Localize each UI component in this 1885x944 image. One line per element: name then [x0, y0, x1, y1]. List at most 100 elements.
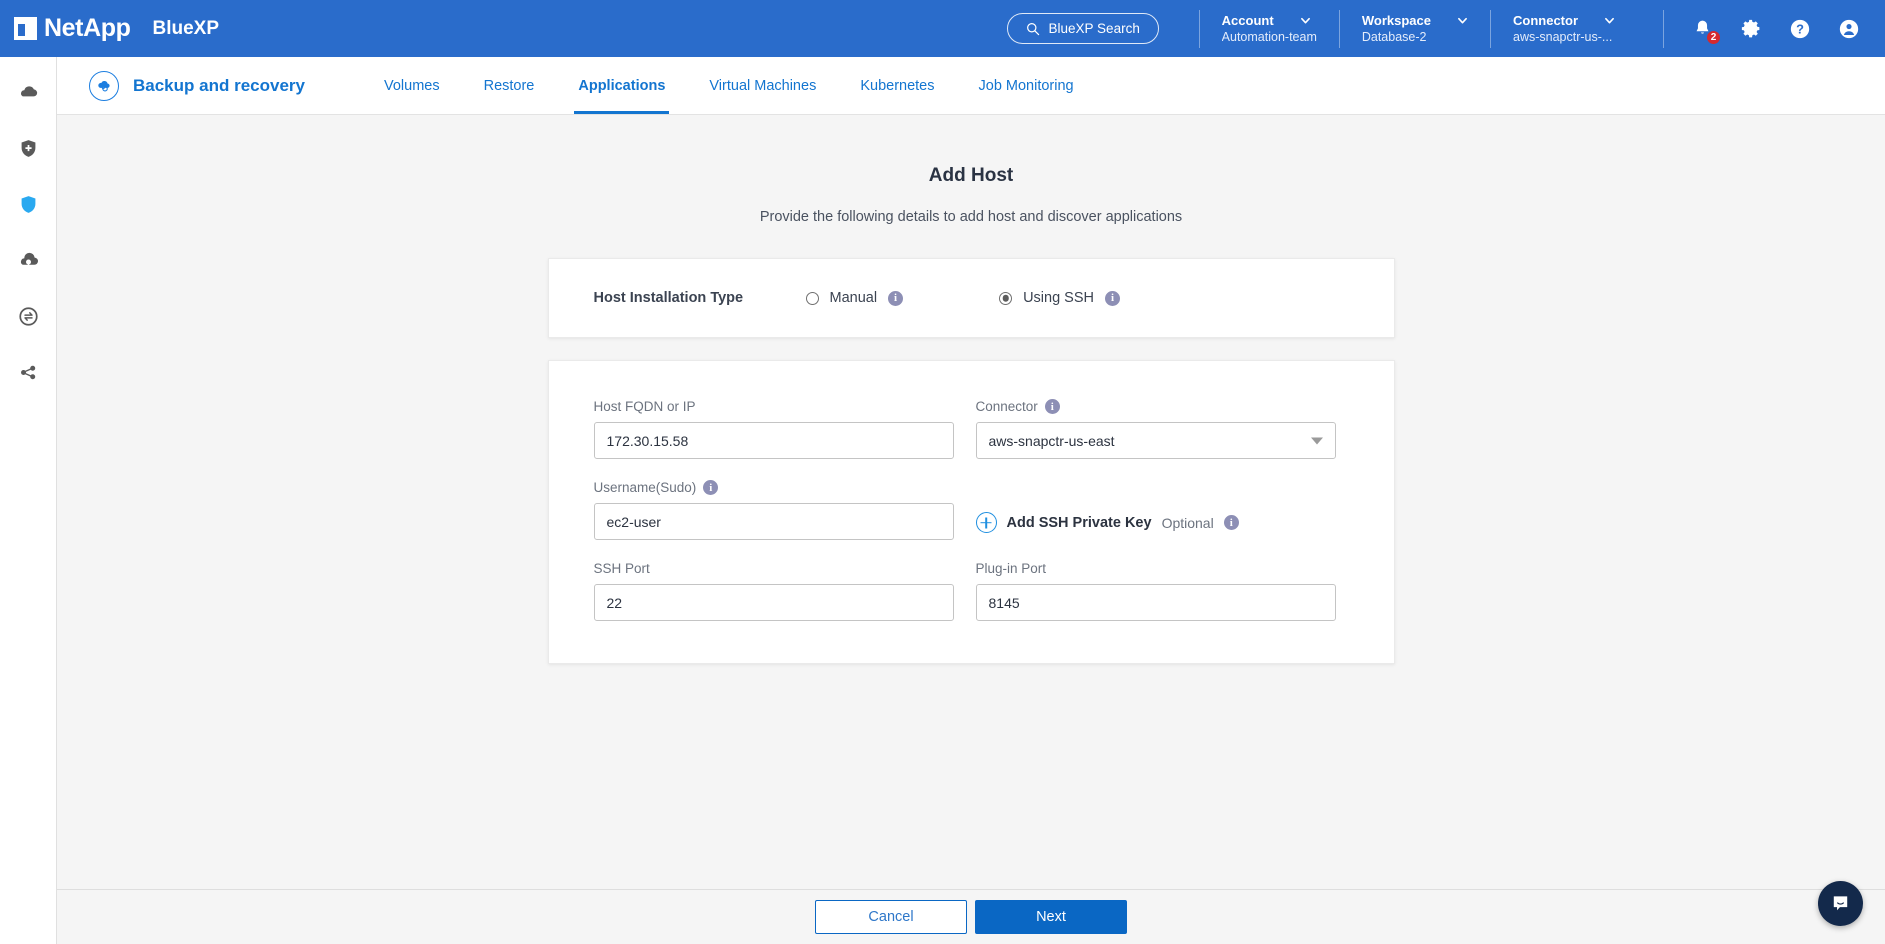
search-icon — [1026, 22, 1039, 35]
chevron-down-icon — [1300, 17, 1310, 24]
field-group-ssh-port: SSH Port — [593, 561, 954, 621]
form-row-username-sshkey: Username(Sudo) i Add SSH Private Key Opt… — [593, 480, 1349, 540]
username-input[interactable] — [593, 503, 954, 540]
host-fqdn-label-text: Host FQDN or IP — [593, 399, 696, 414]
plus-circle-icon — [975, 512, 997, 533]
netapp-wordmark: NetApp — [44, 14, 131, 42]
service-header: Backup and recovery Volumes Restore Appl… — [57, 57, 1885, 115]
tab-virtual-machines-label: Virtual Machines — [709, 77, 817, 94]
workspace-menu-title: Workspace — [1361, 13, 1431, 28]
ssh-port-label: SSH Port — [594, 561, 954, 576]
sidebar-item-canvas[interactable] — [11, 75, 45, 109]
host-fqdn-input[interactable] — [593, 422, 954, 459]
tab-virtual-machines[interactable]: Virtual Machines — [687, 57, 838, 114]
connector-select[interactable]: aws-snapctr-us-east — [975, 422, 1336, 459]
connector-menu-value: aws-snapctr-us-... — [1513, 30, 1613, 44]
ssh-port-label-text: SSH Port — [593, 561, 650, 576]
form-footer: Cancel Next — [57, 889, 1885, 944]
tab-job-monitoring-label: Job Monitoring — [978, 77, 1074, 94]
svg-text:?: ? — [1796, 21, 1804, 36]
field-group-connector: Connector i aws-snapctr-us-east — [975, 399, 1336, 459]
host-installation-type-label: Host Installation Type — [593, 290, 744, 306]
next-button[interactable]: Next — [975, 900, 1127, 934]
cancel-button[interactable]: Cancel — [815, 900, 967, 934]
protection-icon — [21, 195, 35, 213]
main-content: Add Host Provide the following details t… — [57, 115, 1885, 889]
connector-menu[interactable]: Connector aws-snapctr-us-... — [1490, 9, 1637, 48]
sidebar-item-mobility[interactable] — [11, 243, 45, 277]
account-menu-title: Account — [1221, 13, 1274, 28]
page-title: Add Host — [928, 165, 1014, 186]
radio-option-using-ssh[interactable]: Using SSH i — [999, 290, 1120, 306]
connector-label: Connector i — [976, 399, 1336, 414]
canvas-icon — [20, 85, 37, 96]
add-ssh-private-key-info-icon[interactable]: i — [1223, 515, 1239, 530]
netapp-mark-icon — [14, 17, 37, 40]
help-button[interactable]: ? — [1788, 17, 1812, 41]
tab-volumes[interactable]: Volumes — [362, 57, 462, 114]
using-ssh-info-icon[interactable]: i — [1104, 290, 1120, 306]
radio-using-ssh-button[interactable] — [999, 291, 1013, 305]
service-tabs: Volumes Restore Applications Virtual Mac… — [362, 57, 1096, 114]
bluexp-wordmark: BlueXP — [152, 18, 220, 39]
account-menu[interactable]: Account Automation-team — [1198, 9, 1339, 48]
connector-label-text: Connector — [975, 399, 1038, 414]
tab-job-monitoring[interactable]: Job Monitoring — [957, 57, 1096, 114]
add-ssh-private-key-optional: Optional — [1161, 514, 1214, 531]
radio-manual-label: Manual — [829, 290, 878, 306]
brand-logo[interactable]: NetApp BlueXP — [0, 16, 219, 41]
workspace-menu[interactable]: Workspace Database-2 — [1338, 9, 1490, 48]
chat-widget-button[interactable] — [1818, 881, 1863, 926]
extensions-icon — [20, 365, 35, 379]
tab-kubernetes-label: Kubernetes — [860, 77, 935, 94]
field-group-host-fqdn: Host FQDN or IP — [593, 399, 954, 459]
radio-option-manual[interactable]: Manual i — [805, 290, 904, 306]
top-navigation-icons: 2 ? — [1663, 9, 1861, 48]
top-navigation-bar: NetApp BlueXP BlueXP Search Account Auto… — [0, 0, 1885, 57]
search-label: BlueXP Search — [1048, 21, 1140, 36]
field-group-username: Username(Sudo) i — [593, 480, 954, 540]
plugin-port-label-text: Plug-in Port — [975, 561, 1047, 576]
top-navigation-right: BlueXP Search Account Automation-team Wo… — [1006, 0, 1885, 57]
user-account-button[interactable] — [1837, 17, 1861, 41]
help-icon: ? — [1790, 19, 1810, 38]
chevron-down-icon — [1605, 17, 1614, 24]
gear-icon — [1741, 19, 1759, 38]
tab-applications-label: Applications — [578, 77, 666, 94]
connector-info-icon[interactable]: i — [1044, 399, 1060, 414]
connector-selected-value: aws-snapctr-us-east — [988, 432, 1115, 449]
radio-manual-button[interactable] — [805, 291, 819, 305]
radio-using-ssh-label: Using SSH — [1023, 290, 1094, 306]
add-ssh-private-key-button[interactable]: Add SSH Private Key Optional i — [975, 512, 1336, 533]
form-row-ports: SSH Port Plug-in Port — [593, 561, 1349, 621]
manual-info-icon[interactable]: i — [888, 290, 904, 306]
user-avatar-icon — [1839, 19, 1859, 38]
tab-applications[interactable]: Applications — [556, 57, 687, 114]
plugin-port-input[interactable] — [975, 584, 1336, 621]
chat-icon — [1833, 896, 1848, 911]
notifications-button[interactable]: 2 — [1690, 17, 1721, 45]
username-info-icon[interactable]: i — [703, 480, 719, 495]
netapp-logo: NetApp — [14, 14, 131, 42]
account-menu-value: Automation-team — [1221, 30, 1317, 44]
username-label-text: Username(Sudo) — [593, 480, 697, 495]
chevron-down-icon — [1310, 437, 1323, 444]
sidebar-item-health[interactable] — [11, 131, 45, 165]
settings-button[interactable] — [1739, 17, 1763, 41]
tab-restore[interactable]: Restore — [462, 57, 557, 114]
backup-recovery-logo-icon — [89, 70, 119, 101]
health-icon — [21, 139, 35, 157]
field-group-plugin-port: Plug-in Port — [975, 561, 1336, 621]
tab-kubernetes[interactable]: Kubernetes — [838, 57, 956, 114]
tab-volumes-label: Volumes — [383, 77, 440, 94]
add-ssh-private-key-label: Add SSH Private Key — [1006, 514, 1152, 531]
workspace-menu-value: Database-2 — [1361, 30, 1427, 44]
sidebar-item-protection[interactable] — [11, 187, 45, 221]
host-fqdn-label: Host FQDN or IP — [594, 399, 954, 414]
sidebar-item-extensions[interactable] — [11, 355, 45, 389]
ssh-port-input[interactable] — [593, 584, 954, 621]
sidebar-item-governance[interactable] — [11, 299, 45, 333]
bluexp-search-button[interactable]: BlueXP Search — [1006, 13, 1159, 44]
tab-restore-label: Restore — [483, 77, 535, 94]
chevron-down-icon — [1458, 17, 1467, 24]
